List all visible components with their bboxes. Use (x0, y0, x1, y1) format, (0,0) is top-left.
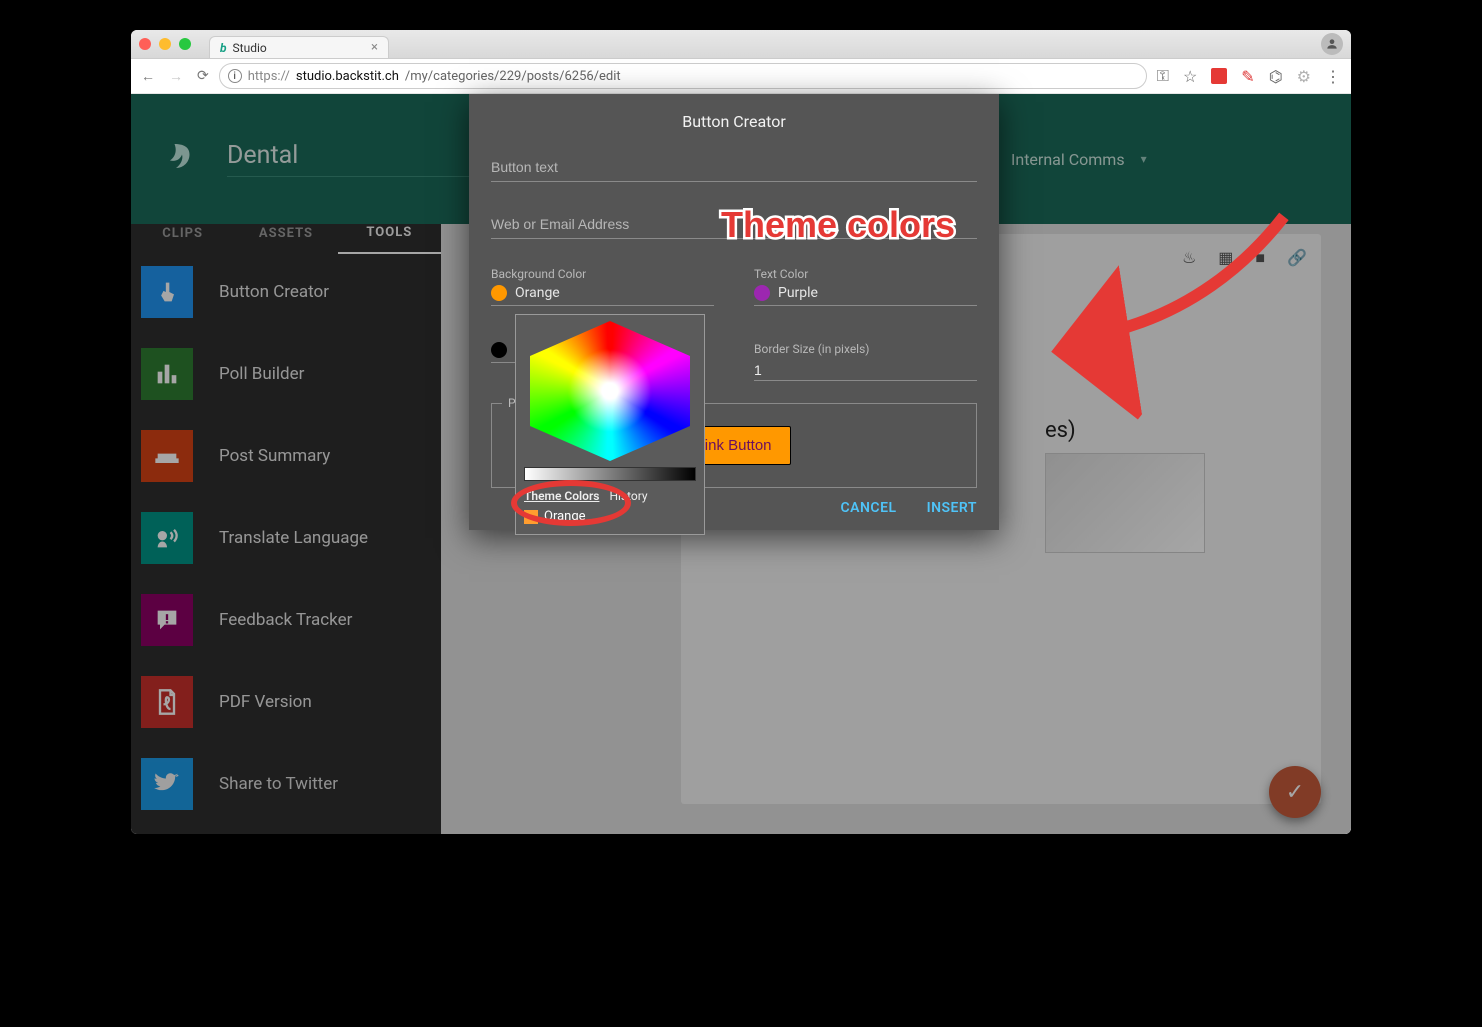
bg-color-field[interactable]: Orange (491, 285, 714, 306)
extension-pick-icon[interactable]: ✎ (1241, 67, 1254, 86)
tool-post-summary[interactable]: Post Summary (141, 430, 431, 482)
text-color-label: Text Color (754, 267, 977, 281)
minimize-window-icon[interactable] (159, 38, 171, 50)
text-color-value: Purple (778, 285, 818, 301)
couch-icon (141, 430, 193, 482)
speak-icon (141, 512, 193, 564)
nav-forward-icon[interactable]: → (169, 68, 183, 85)
url-prefix: https:// (248, 69, 290, 84)
tool-label: Translate Language (219, 528, 368, 548)
tool-translate-language[interactable]: Translate Language (141, 512, 431, 564)
extension-gear-icon[interactable]: ⚙ (1297, 67, 1311, 86)
video-icon[interactable]: ■ (1255, 248, 1265, 268)
browser-menu-icon[interactable]: ⋮ (1325, 67, 1341, 86)
tool-label: PDF Version (219, 692, 312, 712)
border-size-label: Border Size (in pixels) (754, 342, 977, 356)
annotation-circle (511, 480, 631, 526)
browser-toolbar: ← → ⟳ i https:// studio.backstit.ch/my/ca… (131, 58, 1351, 94)
url-host: studio.backstit.ch (296, 69, 399, 84)
chevron-down-icon: ▾ (1141, 152, 1147, 166)
browser-tab[interactable]: b Studio × (209, 36, 389, 58)
tool-label: Poll Builder (219, 364, 304, 384)
tool-label: Button Creator (219, 282, 329, 302)
fab-confirm[interactable]: ✓ (1269, 766, 1321, 818)
browser-window: b Studio × ← → ⟳ i https:// studio.backst… (131, 30, 1351, 834)
color-hexagon[interactable] (530, 321, 690, 461)
tool-label: Share to Twitter (219, 774, 338, 794)
droplet-icon[interactable]: ♨ (1182, 248, 1196, 268)
sidebar: CLIPS ASSETS TOOLS Button Creator (131, 224, 441, 834)
tool-button-creator[interactable]: Button Creator (141, 266, 431, 318)
grayscale-strip[interactable] (524, 467, 696, 481)
app-logo-icon[interactable] (161, 141, 197, 177)
addressbar[interactable]: i https:// studio.backstit.ch/my/categori… (219, 63, 1147, 89)
border-size-input[interactable] (754, 360, 977, 381)
tool-pdf-version[interactable]: PDF Version (141, 676, 431, 728)
button-text-input[interactable] (491, 153, 977, 182)
bg-color-swatch-icon (491, 285, 507, 301)
profile-label: Internal Comms (1011, 150, 1125, 169)
star-icon[interactable]: ☆ (1183, 67, 1197, 86)
bars-icon (141, 348, 193, 400)
key-icon[interactable]: ⚿ (1157, 66, 1169, 86)
close-window-icon[interactable] (139, 38, 151, 50)
tab-title: Studio (233, 41, 267, 55)
url-path: /my/categories/229/posts/6256/edit (405, 69, 621, 84)
bg-color-label: Background Color (491, 267, 714, 281)
button-creator-modal: Button Creator Background Color Orange T… (469, 94, 999, 530)
address-input[interactable] (491, 210, 977, 239)
pointer-icon (141, 266, 193, 318)
tool-poll-builder[interactable]: Poll Builder (141, 348, 431, 400)
text-color-swatch-icon (754, 285, 770, 301)
modal-title: Button Creator (491, 112, 977, 131)
twitter-icon (141, 758, 193, 810)
pdf-icon (141, 676, 193, 728)
nav-back-icon[interactable]: ← (141, 68, 155, 85)
tool-label: Post Summary (219, 446, 330, 466)
tool-label: Feedback Tracker (219, 610, 352, 630)
tool-feedback-tracker[interactable]: Feedback Tracker (141, 594, 431, 646)
tool-share-twitter[interactable]: Share to Twitter (141, 758, 431, 810)
nav-reload-icon[interactable]: ⟳ (197, 68, 209, 85)
extension-bug-icon[interactable]: ⌬ (1269, 67, 1283, 86)
insert-button[interactable]: INSERT (927, 500, 977, 516)
browser-titlebar: b Studio × (131, 30, 1351, 58)
sidebar-tab-clips[interactable]: CLIPS (131, 226, 234, 241)
link-icon[interactable]: 🔗 (1287, 248, 1307, 268)
tab-close-icon[interactable]: × (371, 40, 378, 55)
tab-favicon-icon: b (220, 41, 227, 55)
extension-red-icon[interactable] (1211, 68, 1227, 84)
maximize-window-icon[interactable] (179, 38, 191, 50)
cancel-button[interactable]: CANCEL (841, 500, 897, 516)
sidebar-tab-assets[interactable]: ASSETS (234, 226, 337, 241)
feedback-icon (141, 594, 193, 646)
border-color-swatch-icon (491, 342, 507, 358)
image-icon[interactable]: ▦ (1218, 248, 1233, 268)
site-info-icon[interactable]: i (228, 69, 242, 83)
page-title-fragment: es) (1045, 418, 1307, 443)
window-controls (139, 38, 191, 50)
bg-color-value: Orange (515, 285, 560, 301)
page-image (1045, 453, 1205, 553)
app-root: Dental Internal Comms ▾ CLIPS ASSETS TOO… (131, 94, 1351, 834)
profile-avatar-icon[interactable] (1321, 33, 1343, 55)
text-color-field[interactable]: Purple (754, 285, 977, 306)
